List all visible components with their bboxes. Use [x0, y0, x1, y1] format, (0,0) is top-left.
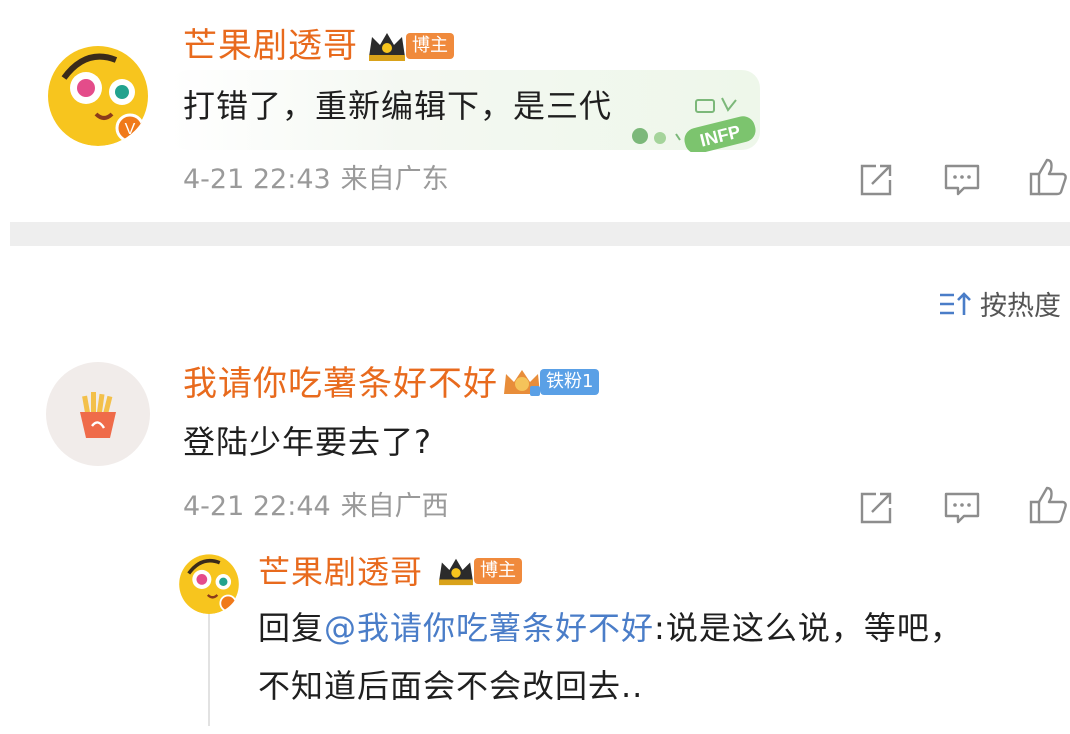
share-button[interactable]: [856, 160, 896, 200]
comment-location: 来自广东: [340, 164, 449, 195]
thumbs-up-icon: [1029, 158, 1067, 196]
reply-prefix: 回复: [258, 609, 325, 647]
username[interactable]: 我请你吃薯条好不好: [183, 364, 498, 404]
comment-icon: [944, 492, 980, 524]
comment-text: 登陆少年要去了?: [183, 423, 432, 461]
crown-icon: [369, 33, 405, 61]
infp-sticker: INFP: [618, 96, 760, 154]
mango-avatar-icon: V: [48, 46, 148, 146]
comment-button[interactable]: [942, 488, 982, 528]
sort-icon: [940, 291, 971, 315]
fries-avatar-icon: [80, 392, 116, 438]
blogger-badge: 博主: [474, 558, 522, 584]
comment-location: 来自广西: [340, 491, 449, 522]
comment-date: 4-21 22:44: [183, 491, 331, 522]
share-icon: [860, 492, 892, 524]
avatar[interactable]: V: [46, 42, 150, 146]
reply-text-line2: 不知道后面会不会改回去..: [258, 667, 644, 705]
avatar[interactable]: [46, 362, 150, 466]
share-button[interactable]: [856, 488, 896, 528]
mention-link[interactable]: @我请你吃薯条好不好: [324, 609, 654, 647]
user-badge: 博主: [436, 554, 522, 588]
sort-by-hot-button[interactable]: 按热度: [938, 284, 1061, 323]
user-badge: 铁粉1: [500, 364, 600, 400]
like-button[interactable]: [1027, 484, 1069, 526]
sort-label: 按热度: [980, 291, 1061, 322]
comment-meta: 4-21 22:44 来自广西: [183, 490, 449, 524]
svg-text:V: V: [125, 121, 136, 138]
comment-meta: 4-21 22:43 来自广东: [183, 163, 449, 197]
comment-date: 4-21 22:43: [183, 164, 331, 195]
thumbs-up-icon: [1029, 486, 1067, 524]
user-badge: 博主: [366, 28, 454, 64]
comment-button[interactable]: [942, 160, 982, 200]
reply-text: :说是这么说，等吧，: [654, 609, 963, 647]
username[interactable]: 芒果剧透哥: [258, 552, 423, 592]
section-divider: [10, 222, 1070, 246]
fan-crown-icon: [504, 370, 540, 396]
reply-thread-line: [208, 606, 210, 726]
mango-avatar-icon: [179, 554, 239, 614]
avatar[interactable]: [178, 552, 240, 614]
crown-icon: [439, 558, 473, 586]
iron-fan-badge: 铁粉1: [540, 369, 600, 395]
infp-sticker-icon: INFP: [632, 97, 756, 154]
share-icon: [860, 164, 892, 196]
comment-icon: [944, 164, 980, 196]
comment-text: 打错了，重新编辑下，是三代: [183, 87, 613, 125]
like-button[interactable]: [1027, 156, 1069, 198]
blogger-badge: 博主: [406, 33, 454, 59]
username[interactable]: 芒果剧透哥: [183, 26, 358, 66]
reply-text-line1: 回复@我请你吃薯条好不好:说是这么说，等吧，: [258, 608, 963, 648]
